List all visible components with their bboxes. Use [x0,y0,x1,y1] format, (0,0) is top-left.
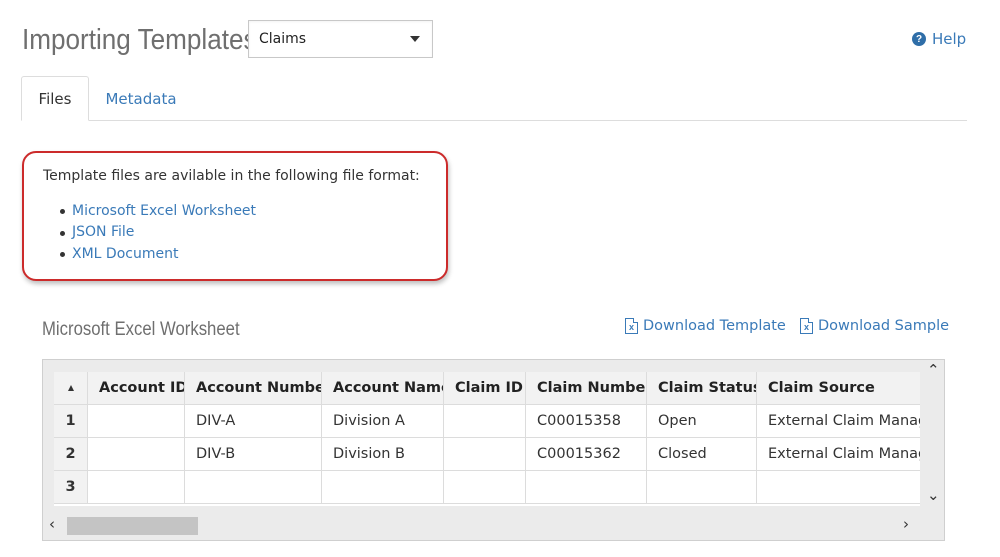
help-label: Help [932,30,967,48]
table-cell[interactable] [88,471,185,504]
column-header[interactable]: Claim ID [444,372,526,405]
table-cell[interactable]: External Claim Manag [757,438,920,471]
row-number[interactable]: 3 [54,471,88,504]
file-format-description: Template files are avilable in the follo… [43,168,420,184]
file-format-info-box: Template files are avilable in the follo… [22,151,448,281]
format-link-excel[interactable]: Microsoft Excel Worksheet [59,200,256,222]
tab-metadata[interactable]: Metadata [96,76,186,121]
spreadsheet-preview: Account ID Account Number Account Name C… [42,359,945,541]
chevron-right-icon[interactable]: › [903,517,909,532]
column-header[interactable]: Claim Source [757,372,920,405]
column-header[interactable]: Account Name [322,372,444,405]
table-cell[interactable]: External Claim Manag [757,405,920,438]
column-header[interactable]: Account ID [88,372,185,405]
row-number[interactable]: 1 [54,405,88,438]
table-cell[interactable] [88,438,185,471]
horizontal-scroll-thumb[interactable] [67,517,198,535]
tab-files[interactable]: Files [21,76,89,121]
table-cell[interactable]: DIV-B [185,438,322,471]
column-header[interactable]: Account Number [185,372,322,405]
table-cell[interactable] [444,471,526,504]
corner-cell[interactable] [54,372,88,405]
table-cell[interactable] [322,471,444,504]
excel-file-icon: x [625,318,638,334]
sort-up-icon [67,385,74,391]
download-sample-link[interactable]: x Download Sample [800,318,949,334]
format-link-xml[interactable]: XML Document [59,243,256,265]
download-sample-label: Download Sample [818,318,950,334]
select-value: Claims [259,31,307,47]
file-format-list: Microsoft Excel Worksheet JSON File XML … [59,200,256,265]
table-cell[interactable]: Division A [322,405,444,438]
table-cell[interactable]: Closed [647,438,757,471]
chevron-down-icon[interactable]: ⌄ [927,488,940,503]
table-cell[interactable]: C00015358 [526,405,647,438]
chevron-up-icon[interactable]: ⌃ [927,363,940,378]
format-link-json[interactable]: JSON File [59,222,256,244]
column-header[interactable]: Claim Number [526,372,647,405]
question-circle-icon: ? [912,32,926,46]
horizontal-scrollbar[interactable]: ‹ › [43,510,923,540]
table-row: 1 DIV-A Division A C00015358 Open Extern… [54,405,920,438]
section-title: Microsoft Excel Worksheet [42,319,240,340]
spreadsheet-grid: Account ID Account Number Account Name C… [54,372,920,506]
header-row: Account ID Account Number Account Name C… [54,372,920,405]
table-cell[interactable]: C00015362 [526,438,647,471]
chevron-down-icon [410,36,420,42]
table-row: 2 DIV-B Division B C00015362 Closed Exte… [54,438,920,471]
table-cell[interactable] [444,405,526,438]
page-title: Importing Templates [22,24,257,56]
template-type-select[interactable]: Claims [248,20,433,58]
table-cell[interactable]: DIV-A [185,405,322,438]
download-template-label: Download Template [643,318,786,334]
download-template-link[interactable]: x Download Template [625,318,786,334]
help-link[interactable]: ? Help [912,30,966,48]
table-row: 3 [54,471,920,504]
row-number[interactable]: 2 [54,438,88,471]
table-cell[interactable] [757,471,920,504]
table-cell[interactable] [444,438,526,471]
table-cell[interactable]: Open [647,405,757,438]
column-header[interactable]: Claim Status [647,372,757,405]
chevron-left-icon[interactable]: ‹ [49,517,55,532]
table-cell[interactable] [526,471,647,504]
table-cell[interactable] [185,471,322,504]
excel-file-icon: x [800,318,813,334]
table-cell[interactable] [88,405,185,438]
table-cell[interactable]: Division B [322,438,444,471]
vertical-scrollbar[interactable]: ⌃ ⌄ [923,360,944,510]
table-cell[interactable] [647,471,757,504]
